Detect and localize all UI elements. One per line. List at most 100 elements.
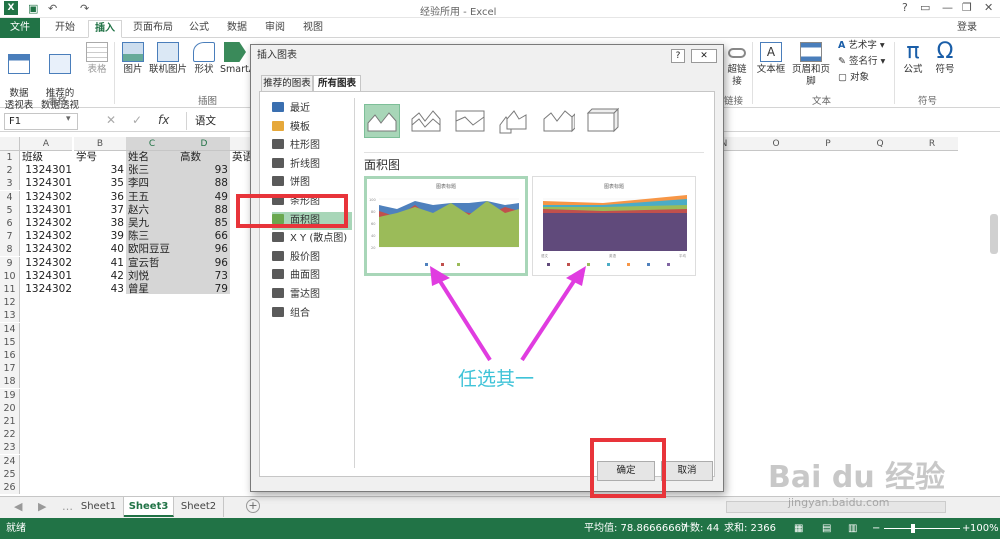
normal-view-icon[interactable]: ▦ — [794, 518, 803, 539]
row-header[interactable]: 10 — [0, 269, 20, 283]
chart-category-item[interactable]: 折线图 — [272, 156, 352, 174]
row-header[interactable]: 18 — [0, 375, 20, 389]
symbol-button[interactable]: Ω 符号 — [930, 40, 960, 76]
zoom-out-icon[interactable]: − — [872, 518, 880, 539]
row-header[interactable]: 17 — [0, 362, 20, 376]
select-all-corner[interactable] — [0, 137, 20, 151]
cell[interactable]: 班级 — [22, 151, 72, 164]
zoom-slider-thumb[interactable] — [911, 524, 915, 533]
chart-preview-stacked-area[interactable]: 图表标题 语文 英语 平均 — [532, 176, 696, 276]
row-header[interactable]: 6 — [0, 217, 20, 230]
chart-preview-area[interactable]: 图表标题 100 80 60 40 20 — [364, 176, 528, 276]
row-header[interactable]: 22 — [0, 428, 20, 442]
cell[interactable]: 66 — [180, 230, 228, 243]
cancel-entry-icon[interactable]: ✕ — [106, 113, 116, 127]
row-header[interactable]: 16 — [0, 349, 20, 362]
textbox-button[interactable]: A 文本框 — [756, 42, 786, 76]
row-header[interactable]: 4 — [0, 190, 20, 204]
cell[interactable]: 1324302 — [22, 257, 72, 270]
insert-function-icon[interactable]: fx — [158, 113, 169, 127]
sheet-tab-sheet1[interactable]: Sheet1 — [74, 497, 124, 517]
equation-button[interactable]: π 公式 — [898, 40, 928, 76]
column-header[interactable]: B — [74, 137, 126, 151]
chart-category-item[interactable]: 组合 — [272, 305, 352, 323]
cell[interactable]: 1324301 — [22, 270, 72, 283]
cancel-button[interactable]: 取消 — [661, 461, 713, 481]
chart-category-item[interactable]: 模板 — [272, 119, 352, 137]
column-header[interactable]: C — [126, 137, 178, 151]
chart-category-item[interactable]: 柱形图 — [272, 137, 352, 155]
cell[interactable]: 姓名 — [128, 151, 178, 164]
row-header[interactable]: 26 — [0, 481, 20, 494]
percent-stacked-area-chart-type-icon[interactable] — [452, 104, 488, 138]
chart-category-item[interactable]: X Y (散点图) — [272, 230, 352, 248]
chart-category-item[interactable]: 曲面图 — [272, 267, 352, 285]
cell[interactable]: 38 — [76, 217, 124, 230]
row-header[interactable]: 9 — [0, 256, 20, 270]
cell[interactable]: 1324302 — [22, 230, 72, 243]
cell[interactable]: 刘悦 — [128, 270, 178, 283]
wordart-button[interactable]: A 艺术字 ▾ — [838, 40, 892, 52]
save-icon[interactable]: ▣ — [28, 2, 38, 15]
cell[interactable]: 赵六 — [128, 204, 178, 217]
row-header[interactable]: 24 — [0, 454, 20, 468]
3d-percent-area-chart-type-icon[interactable] — [584, 104, 620, 138]
3d-area-chart-type-icon[interactable] — [496, 104, 532, 138]
cell[interactable]: 曾星 — [128, 283, 178, 296]
cell[interactable]: 1324302 — [22, 283, 72, 296]
dialog-help-icon[interactable]: ? — [671, 49, 685, 63]
cell[interactable]: 1324301 — [22, 164, 72, 177]
cell[interactable]: 40 — [76, 243, 124, 256]
pivot-table-button[interactable]: 数据 透视表 — [4, 42, 34, 112]
sheet-tab-sheet2[interactable]: Sheet2 — [174, 497, 224, 517]
row-header[interactable]: 3 — [0, 177, 20, 191]
chart-category-item[interactable]: 雷达图 — [272, 286, 352, 304]
cell[interactable]: 1324301 — [22, 177, 72, 190]
ribbon-display-icon[interactable]: ▭ — [920, 1, 930, 14]
cell[interactable]: 王五 — [128, 191, 178, 204]
tab-file[interactable]: 文件 — [0, 18, 40, 38]
cell[interactable]: 96 — [180, 243, 228, 256]
cell[interactable]: 93 — [180, 164, 228, 177]
area-chart-type-icon[interactable] — [364, 104, 400, 138]
cell[interactable]: 高数 — [180, 151, 230, 164]
confirm-entry-icon[interactable]: ✓ — [132, 113, 142, 127]
row-header[interactable]: 25 — [0, 467, 20, 481]
cell[interactable]: 吴九 — [128, 217, 178, 230]
tab-insert[interactable]: 插入 — [88, 20, 122, 38]
row-header[interactable]: 21 — [0, 415, 20, 428]
row-header[interactable]: 7 — [0, 230, 20, 244]
column-header[interactable]: A — [20, 137, 72, 151]
tab-review[interactable]: 审阅 — [260, 20, 290, 38]
help-icon[interactable]: ? — [902, 1, 908, 14]
page-layout-view-icon[interactable]: ▤ — [822, 518, 831, 539]
cell[interactable]: 张三 — [128, 164, 178, 177]
column-header[interactable]: R — [906, 137, 958, 151]
chart-category-item[interactable]: 饼图 — [272, 174, 352, 192]
cell[interactable]: 英语 — [232, 151, 250, 164]
stacked-area-chart-type-icon[interactable] — [408, 104, 444, 138]
cell[interactable]: 1324302 — [22, 191, 72, 204]
cell[interactable]: 宣云哲 — [128, 257, 178, 270]
scroll-left-icon[interactable]: ◀ — [14, 500, 22, 513]
column-header[interactable]: O — [750, 137, 802, 151]
row-header[interactable]: 8 — [0, 243, 20, 257]
shapes-button[interactable]: 形状 — [190, 42, 218, 76]
cell[interactable]: 35 — [76, 177, 124, 190]
tab-home[interactable]: 开始 — [48, 20, 82, 38]
minimize-icon[interactable]: — — [942, 1, 953, 14]
cell[interactable]: 79 — [180, 283, 228, 296]
column-header[interactable]: P — [802, 137, 854, 151]
cell[interactable]: 49 — [180, 191, 228, 204]
row-header[interactable]: 5 — [0, 203, 20, 217]
cell[interactable]: 88 — [180, 177, 228, 190]
row-header[interactable]: 20 — [0, 401, 20, 415]
cell[interactable]: 85 — [180, 217, 228, 230]
row-header[interactable]: 14 — [0, 322, 20, 336]
zoom-level[interactable]: 100% — [970, 518, 999, 539]
row-header[interactable]: 2 — [0, 164, 20, 178]
cell[interactable]: 学号 — [76, 151, 126, 164]
chart-category-item[interactable]: 最近 — [272, 100, 352, 118]
new-sheet-icon[interactable]: + — [246, 499, 260, 513]
row-header[interactable]: 19 — [0, 388, 20, 402]
